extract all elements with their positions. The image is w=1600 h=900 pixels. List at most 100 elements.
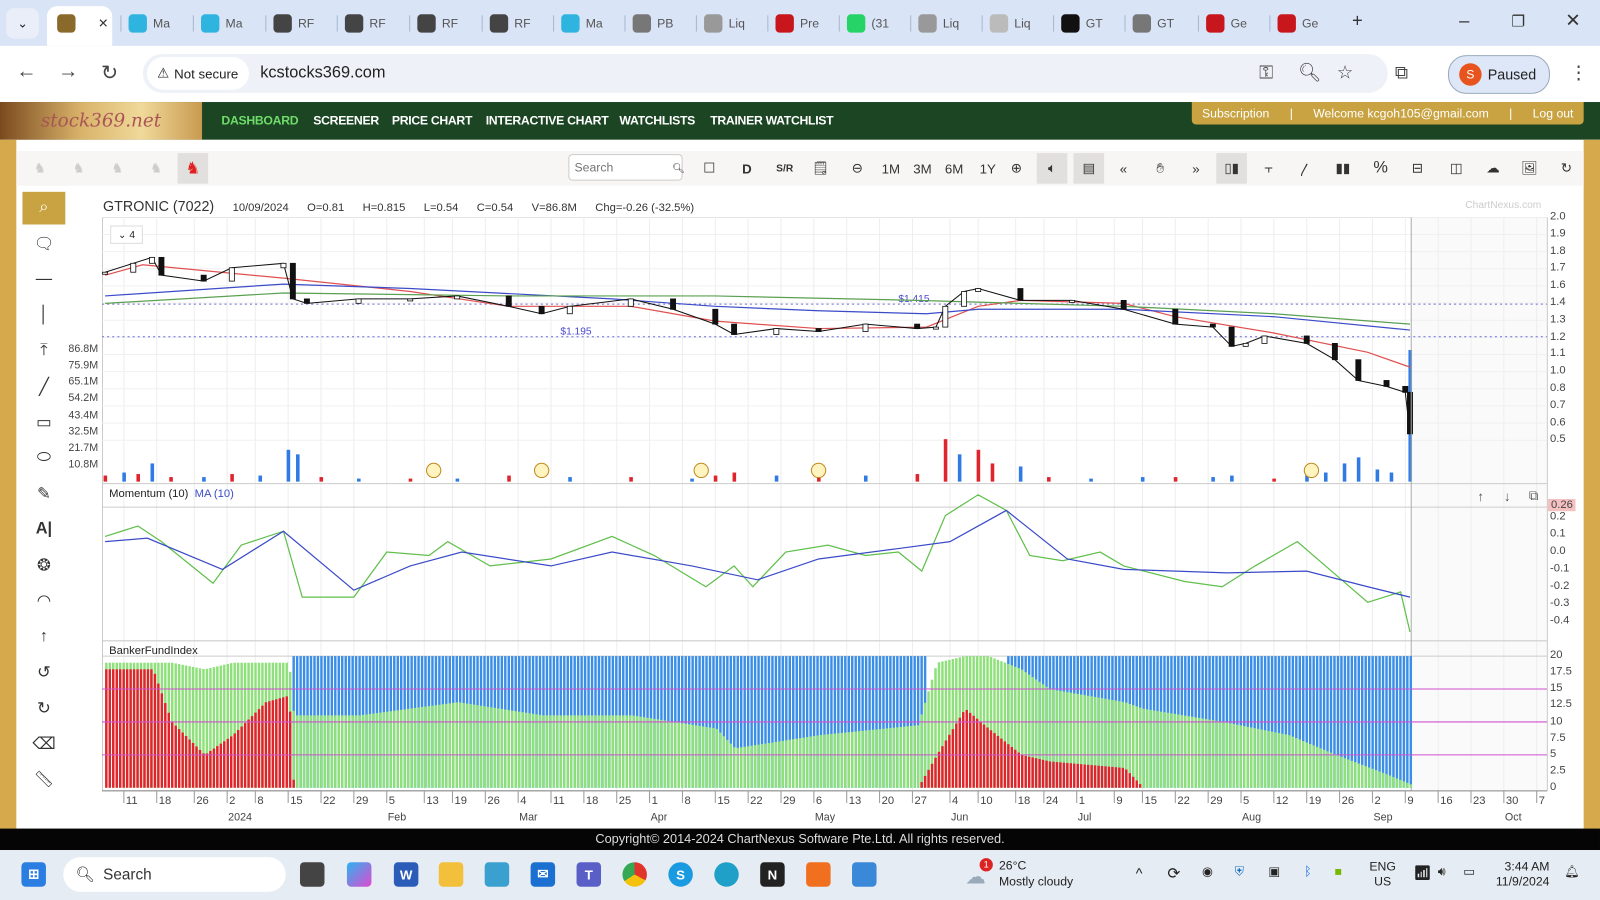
weather-widget[interactable]: ☁ 1 26°C Mostly cloudy xyxy=(965,856,1087,895)
scroll-left-icon[interactable]: « xyxy=(1112,157,1134,179)
taskbar-search[interactable]: 🔍︎ Search xyxy=(63,857,286,892)
nav-dashboard[interactable]: DASHBOARD xyxy=(221,113,298,127)
text-tool[interactable]: A| xyxy=(22,513,65,546)
support-resistance-button[interactable]: S/R xyxy=(773,157,795,179)
zoom-icon[interactable]: 🔍︎ xyxy=(1298,62,1321,83)
browser-tab[interactable]: GT xyxy=(1132,8,1174,39)
notes-icon[interactable]: ▤ xyxy=(1073,153,1105,184)
camera-icon[interactable]: ◫ xyxy=(1445,157,1467,179)
site-info-button[interactable]: ⚠ Not secure xyxy=(146,57,249,90)
new-tab-button[interactable]: + xyxy=(1352,10,1363,31)
wifi-icon[interactable]: 📶︎ xyxy=(1413,864,1431,881)
move-panel-down-icon[interactable]: ↓ xyxy=(1496,487,1518,505)
windows-start-icon[interactable]: ⊞ xyxy=(21,862,46,887)
tray-app-icon[interactable]: ▣ xyxy=(1268,864,1280,878)
browser-tab[interactable]: Ma xyxy=(561,8,603,39)
horse-icon-active[interactable]: ♞ xyxy=(177,153,209,184)
pan-hand-icon[interactable]: ✋︎ xyxy=(1149,157,1171,179)
profile-button[interactable]: S Paused xyxy=(1447,55,1550,94)
app-icon[interactable] xyxy=(806,862,831,887)
nav-screener[interactable]: SCREENER xyxy=(313,113,379,127)
horse-icon[interactable]: ♞ xyxy=(145,157,167,179)
arc-tool[interactable]: ◠ xyxy=(22,585,65,618)
browser-tab[interactable]: Liq xyxy=(918,8,959,39)
chrome-icon[interactable] xyxy=(622,862,647,887)
search-icon[interactable]: 🔍︎ xyxy=(667,157,689,179)
skype-icon[interactable]: S xyxy=(668,862,693,887)
stock-chart[interactable]: $1.415$1.195 xyxy=(102,217,1584,829)
percent-icon[interactable]: % xyxy=(1369,157,1391,179)
horizontal-line-tool[interactable]: — xyxy=(22,263,65,296)
subscription-link[interactable]: Subscription xyxy=(1202,106,1269,120)
clock[interactable]: 3:44 AM 11/9/2024 xyxy=(1496,859,1550,890)
trend-line-tool[interactable]: ╱ xyxy=(22,370,65,403)
eraser-icon[interactable]: ⌫ xyxy=(22,728,65,761)
url-text[interactable]: kcstocks369.com xyxy=(260,64,385,82)
arrow-up-line-tool[interactable]: ⤒ xyxy=(22,335,65,368)
notes-add-icon[interactable]: 🗒 xyxy=(809,157,831,179)
scroll-right-icon[interactable]: » xyxy=(1185,157,1207,179)
nav-trainer-watchlist[interactable]: TRAINER WATCHLIST xyxy=(710,113,833,127)
arrow-tool[interactable]: ↑ xyxy=(22,620,65,653)
crosshair-zoom-tool[interactable]: ⌕ xyxy=(22,191,66,225)
range-3m[interactable]: 3M xyxy=(911,157,933,179)
nvidia-icon[interactable]: ■ xyxy=(1335,864,1342,878)
edge-icon[interactable] xyxy=(714,862,739,887)
reset-icon[interactable]: ↻ xyxy=(1555,157,1577,179)
move-panel-up-icon[interactable]: ↑ xyxy=(1469,487,1491,505)
zoom-out-icon[interactable]: ⊖ xyxy=(846,157,868,179)
copilot-icon[interactable] xyxy=(346,862,372,887)
bookmark-star-icon[interactable]: ☆ xyxy=(1337,62,1353,83)
box-select-icon[interactable]: ☐ xyxy=(698,157,720,179)
battery-icon[interactable]: ▭ xyxy=(1463,864,1475,878)
symbol-search-input[interactable] xyxy=(568,154,683,181)
ohlc-bar-icon[interactable]: ⫟ xyxy=(1257,157,1279,179)
range-1m[interactable]: 1M xyxy=(880,157,902,179)
browser-tab[interactable]: Liq xyxy=(704,8,745,39)
cloud-upload-icon[interactable]: ☁ xyxy=(1482,157,1504,179)
toggle-icon[interactable]: ⊟ xyxy=(1406,157,1428,179)
daily-period-button[interactable]: D xyxy=(736,157,758,179)
speaker-icon[interactable]: 🔈︎ xyxy=(1036,153,1068,184)
image-icon[interactable]: 🖼︎ xyxy=(1518,157,1540,179)
restore-button[interactable]: ❐ xyxy=(1511,12,1525,30)
language-indicator[interactable]: ENG US xyxy=(1369,859,1396,890)
brain-tool[interactable]: ❂ xyxy=(22,549,65,582)
site-logo[interactable]: stock369.net xyxy=(0,102,203,140)
browser-tab[interactable]: RF xyxy=(344,8,386,39)
browser-tab[interactable]: Ge xyxy=(1277,8,1318,39)
nav-watchlists[interactable]: WATCHLISTS xyxy=(619,113,695,127)
line-chart-icon[interactable]: 〳 xyxy=(1294,157,1316,179)
horse-icon[interactable]: ♞ xyxy=(67,157,89,179)
solid-candle-icon[interactable]: ▮▮ xyxy=(1332,157,1354,179)
show-hidden-icons[interactable]: ^ xyxy=(1136,865,1143,881)
browser-tab[interactable]: Liq xyxy=(989,8,1031,39)
candlestick-icon[interactable]: ▯▮ xyxy=(1216,153,1247,184)
defender-icon[interactable]: ⛨ xyxy=(1235,864,1244,879)
indicator-collapse-button[interactable]: ⌄ 4 xyxy=(110,225,143,244)
zoom-in-icon[interactable]: ⊕ xyxy=(1005,157,1027,179)
close-tab-icon[interactable]: ✕ xyxy=(98,16,108,30)
horse-icon[interactable]: ♞ xyxy=(29,157,51,179)
close-window-button[interactable]: ✕ xyxy=(1565,10,1580,31)
browser-tab[interactable]: Pre xyxy=(775,8,819,39)
task-view-icon[interactable] xyxy=(299,862,325,887)
notification-icon[interactable]: 🔔︎ xyxy=(1564,864,1580,878)
redo-icon[interactable]: ↻ xyxy=(22,692,65,725)
browser-tab[interactable]: RF xyxy=(489,8,531,39)
menu-kebab-icon[interactable]: ⋮ xyxy=(1569,62,1587,83)
browser-tab[interactable]: RF xyxy=(273,8,314,39)
horse-icon[interactable]: ♞ xyxy=(106,157,128,179)
earth-icon[interactable] xyxy=(484,862,510,887)
range-6m[interactable]: 6M xyxy=(943,157,965,179)
browser-tab[interactable]: RF xyxy=(417,8,458,39)
bluetooth-icon[interactable]: ᛒ xyxy=(1304,864,1311,878)
password-key-icon[interactable]: ⚿ xyxy=(1259,62,1273,83)
rectangle-tool[interactable]: ▭ xyxy=(22,406,65,439)
undo-icon[interactable]: ↺ xyxy=(22,656,65,689)
browser-tab[interactable]: Ma xyxy=(128,8,170,39)
word-icon[interactable]: W xyxy=(393,862,419,887)
nav-interactive-chart[interactable]: INTERACTIVE CHART xyxy=(486,113,609,127)
browser-tab[interactable]: GT xyxy=(1061,8,1103,39)
browser-tab[interactable]: Ge xyxy=(1206,8,1247,39)
